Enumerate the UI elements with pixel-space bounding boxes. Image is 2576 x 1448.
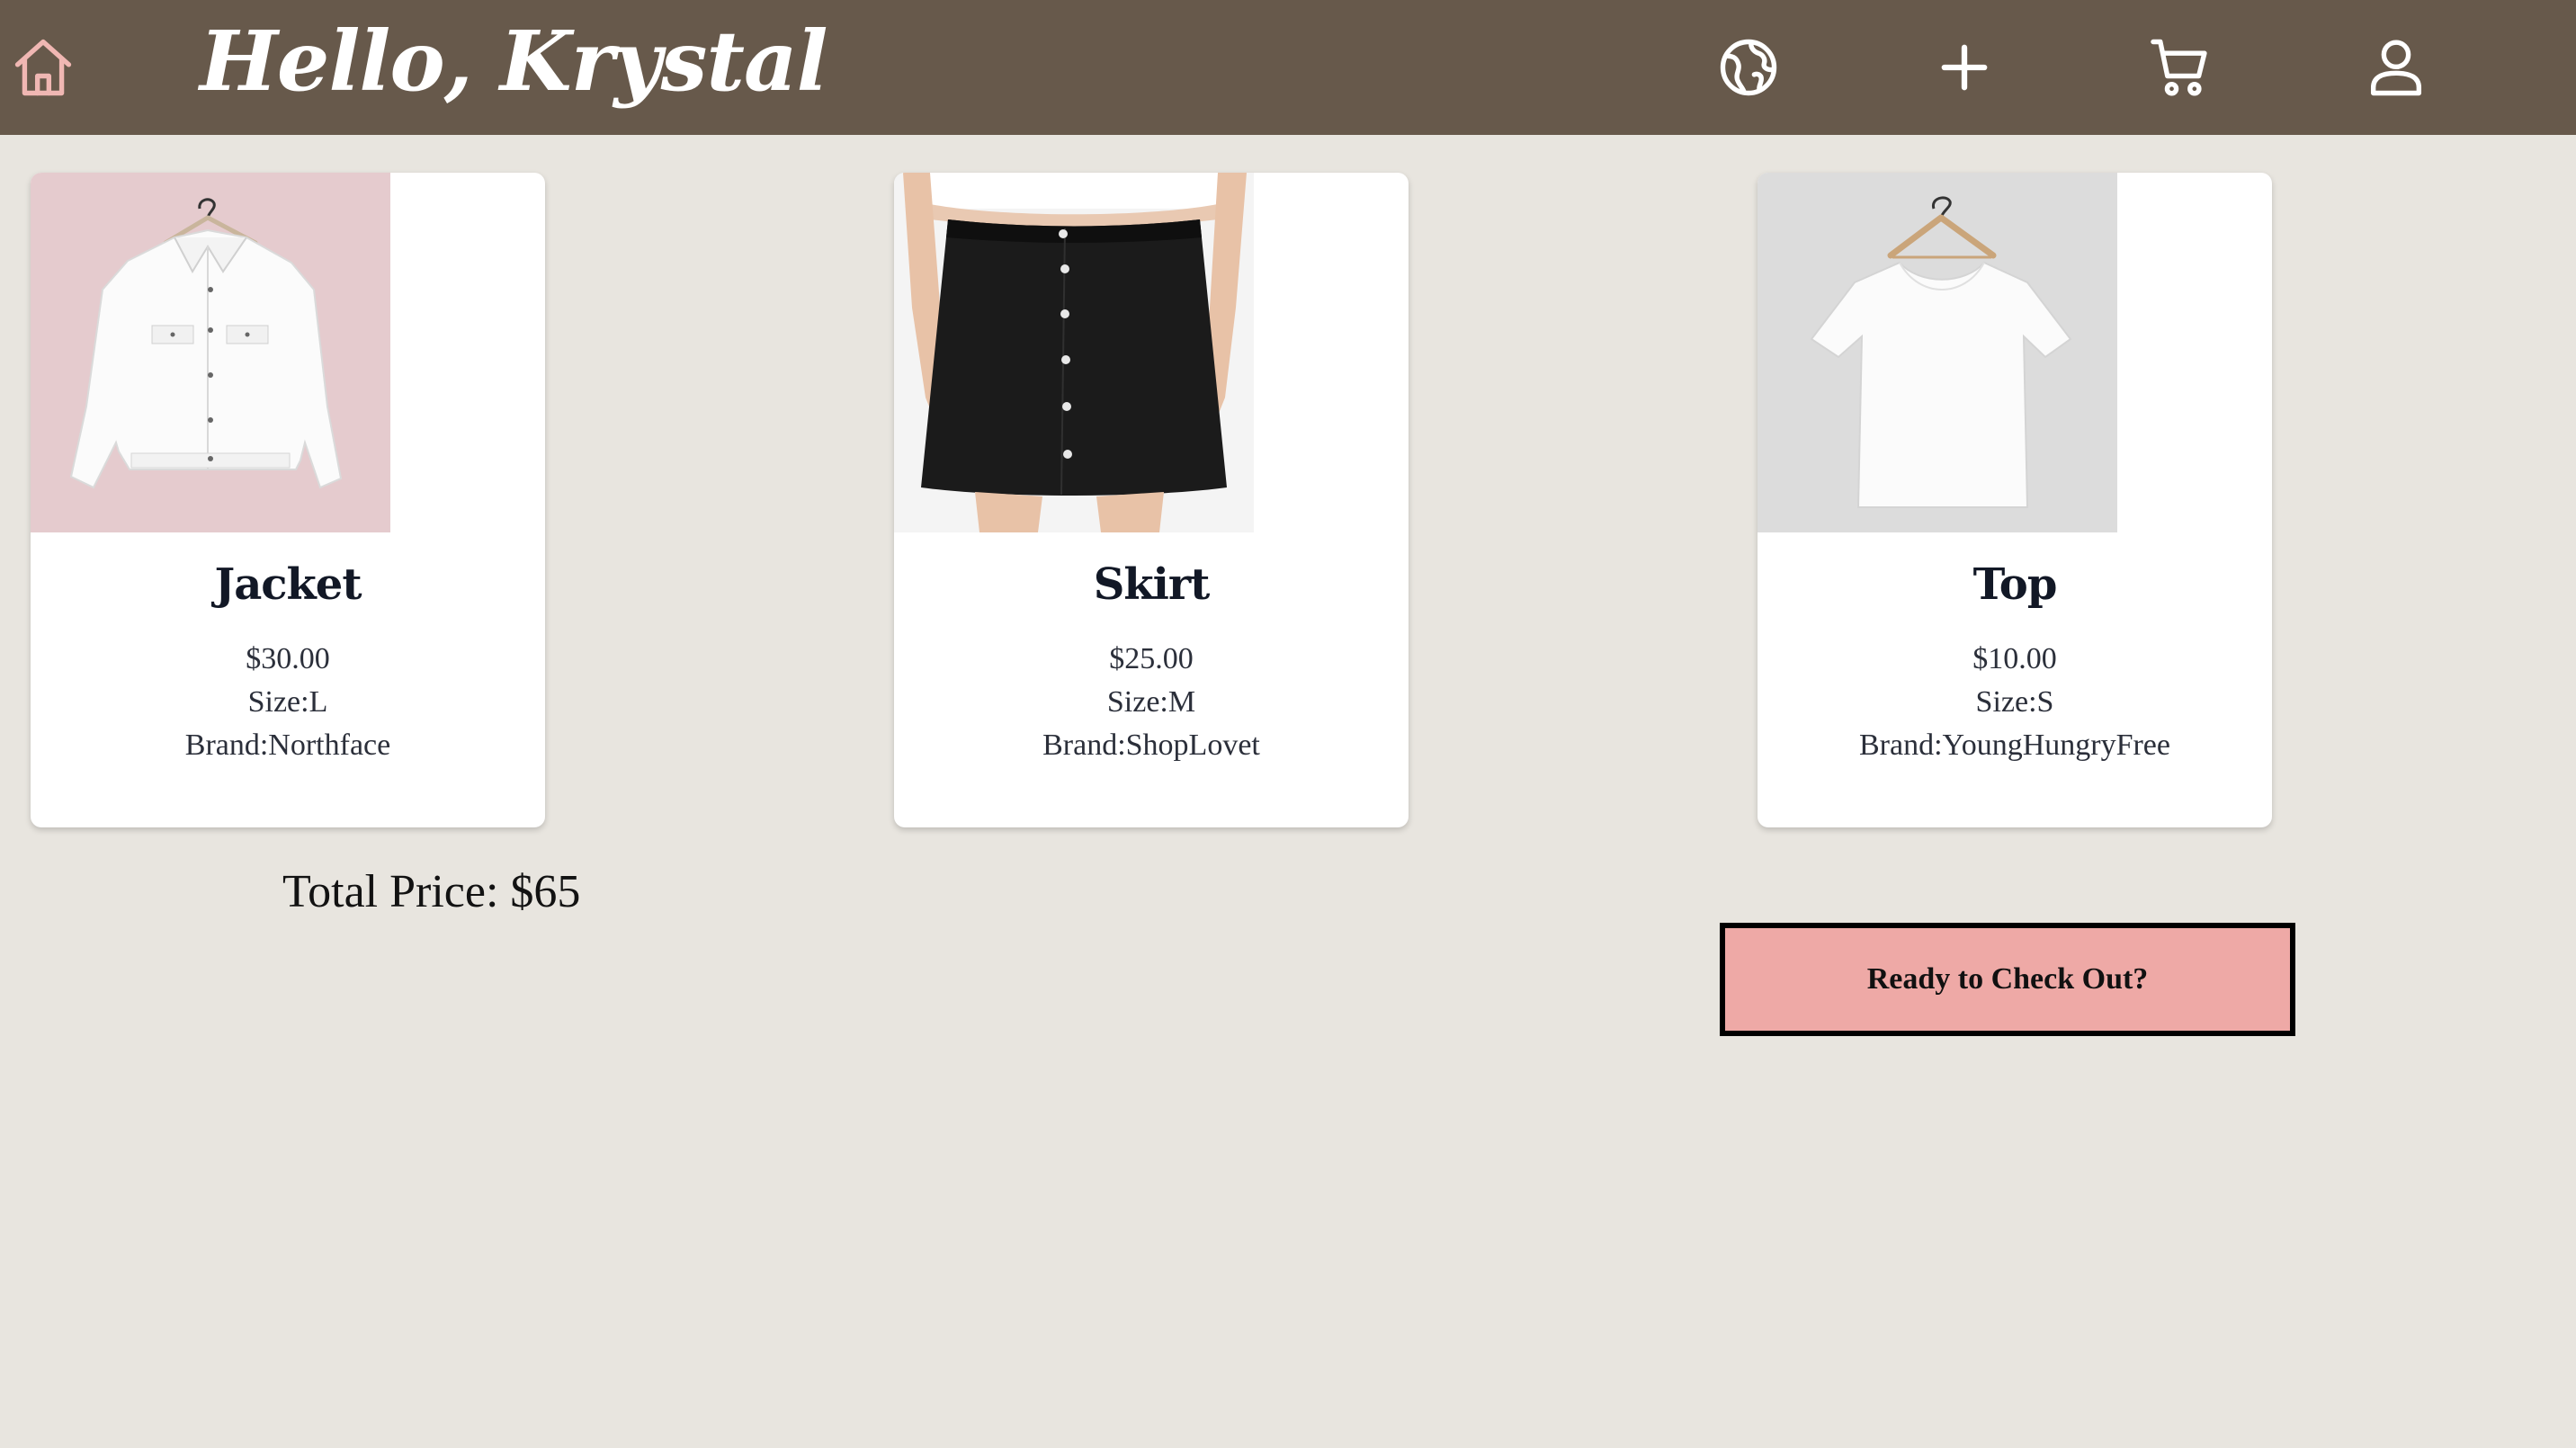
cart-item-card: Top $10.00 Size:S Brand:YoungHungryFree [1758, 173, 2272, 827]
globe-icon[interactable] [1714, 33, 1783, 102]
user-icon[interactable] [2362, 33, 2430, 102]
item-brand: Brand:Northface [184, 728, 391, 762]
item-name: Jacket [214, 559, 362, 610]
item-price: $25.00 [1109, 642, 1194, 675]
top-navbar: Hello, Krystal [0, 0, 2576, 135]
item-name: Top [1972, 559, 2058, 610]
item-price: $30.00 [246, 642, 330, 675]
total-price: Total Price: $65 [282, 866, 581, 917]
item-price: $10.00 [1972, 642, 2057, 675]
item-brand: Brand:YoungHungryFree [1859, 728, 2170, 762]
item-brand: Brand:ShopLovet [1042, 728, 1260, 762]
item-size: Size:S [1975, 685, 2054, 719]
skirt-image [894, 173, 1254, 532]
item-name: Skirt [1093, 559, 1211, 610]
item-size: Size:L [247, 685, 328, 719]
cart-item-card: Jacket $30.00 Size:L Brand:Northface [31, 173, 545, 827]
jacket-image [31, 173, 390, 532]
top-image [1758, 173, 2117, 532]
plus-icon[interactable] [1930, 33, 1999, 102]
item-size: Size:M [1106, 685, 1196, 719]
cart-item-card: Skirt $25.00 Size:M Brand:ShopLovet [894, 173, 1409, 827]
checkout-button[interactable]: Ready to Check Out? [1720, 923, 2295, 1036]
home-icon[interactable] [9, 33, 77, 102]
cart-icon[interactable] [2146, 33, 2214, 102]
greeting-title: Hello, Krystal [200, 13, 828, 110]
